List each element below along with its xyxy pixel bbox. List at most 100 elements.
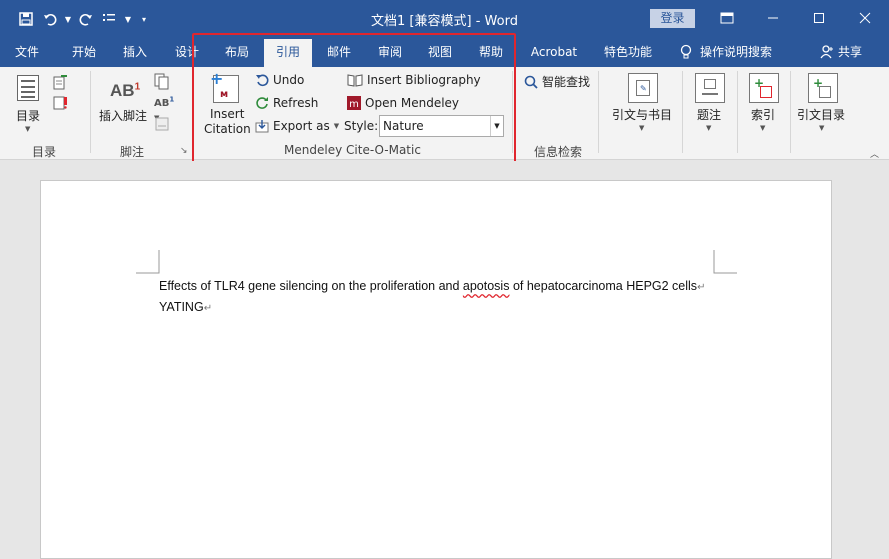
tab-view[interactable]: 视图 — [417, 37, 463, 67]
group-separator — [598, 71, 599, 153]
toc-button[interactable]: 目录 ▼ — [10, 75, 46, 135]
insert-citation-button[interactable]: + ᴍ Insert Citation — [202, 71, 251, 139]
citations-icon: ✎ — [628, 73, 658, 103]
undo-icon — [44, 14, 57, 26]
maximize-button[interactable] — [806, 6, 832, 30]
tab-special-features[interactable]: 特色功能 — [596, 37, 660, 67]
smart-lookup-label: 智能查找 — [542, 75, 591, 89]
mendeley-group-label: Mendeley Cite-O-Matic — [284, 143, 421, 157]
login-button[interactable]: 登录 — [650, 9, 695, 28]
show-notes-button[interactable] — [155, 117, 171, 133]
mendeley-undo-button[interactable]: Undo — [255, 73, 304, 87]
citation-style-value: Nature — [383, 119, 424, 133]
misspelled-word[interactable]: apotosis — [463, 279, 510, 293]
mendeley-refresh-button[interactable]: Refresh — [255, 96, 318, 110]
list-format-button[interactable] — [98, 8, 122, 30]
tab-file[interactable]: 文件 — [4, 37, 50, 67]
refresh-label: Refresh — [273, 96, 319, 110]
tell-me-search[interactable]: 操作说明搜索 — [680, 37, 772, 67]
tab-acrobat[interactable]: Acrobat — [522, 37, 586, 67]
toc-label: 目录 — [16, 109, 41, 123]
title-text-start: Effects of TLR4 gene silencing on the pr… — [159, 279, 463, 293]
group-separator — [682, 71, 683, 153]
share-button[interactable]: 共享 — [820, 37, 862, 67]
save-button[interactable] — [14, 8, 38, 30]
index-icon: + — [749, 73, 779, 103]
share-label: 共享 — [838, 45, 863, 59]
toc-icon — [17, 75, 39, 101]
bullets-icon — [103, 14, 115, 21]
tab-review[interactable]: 审阅 — [367, 37, 413, 67]
search-icon — [524, 75, 538, 89]
export-as-label: Export as — [273, 119, 330, 133]
redo-button[interactable] — [74, 8, 98, 30]
insert-citation-label-1: Insert — [210, 107, 245, 121]
ribbon-references: 目录 ▼ 目录 AB1 插入脚注 AB1 ▼ 脚注 ↘ + ᴍ Insert C… — [0, 67, 889, 160]
smart-lookup-button[interactable]: 智能查找 — [524, 73, 590, 90]
tab-layout[interactable]: 布局 — [214, 37, 260, 67]
update-table-button[interactable] — [52, 95, 72, 111]
style-label: Style: — [344, 119, 379, 133]
tab-help[interactable]: 帮助 — [468, 37, 514, 67]
table-of-authorities-button[interactable]: + 引文目录 ▼ — [796, 71, 852, 135]
person-icon — [820, 45, 833, 59]
quick-access-toolbar: ▼ ▼ ▾ — [14, 8, 154, 30]
citations-dropdown-icon: ▼ — [639, 124, 645, 132]
add-text-icon — [53, 75, 67, 90]
maximize-icon — [814, 13, 824, 23]
undo-label: Undo — [273, 73, 305, 87]
export-as-button[interactable]: Export as ▼ — [255, 119, 339, 133]
tab-mailings[interactable]: 邮件 — [316, 37, 362, 67]
list-dropdown-icon[interactable]: ▼ — [122, 8, 134, 30]
footnote-icon: AB1 — [110, 81, 141, 100]
insert-endnote-button[interactable] — [154, 73, 172, 91]
show-notes-icon — [155, 117, 169, 131]
undo-dropdown-icon[interactable]: ▼ — [62, 8, 74, 30]
document-line-2[interactable]: YATING↵ — [159, 300, 212, 314]
close-icon — [859, 12, 871, 24]
repeat-icon — [79, 14, 92, 26]
minimize-button[interactable] — [760, 6, 786, 30]
document-line-1[interactable]: Effects of TLR4 gene silencing on the pr… — [159, 279, 705, 293]
undo-icon — [256, 74, 269, 87]
ribbon-display-options-button[interactable] — [714, 6, 740, 30]
table-of-authorities-icon: + — [808, 73, 838, 103]
index-label: 索引 — [751, 108, 776, 122]
undo-button[interactable] — [38, 8, 62, 30]
mendeley-icon: m — [347, 96, 361, 110]
group-separator — [512, 71, 513, 153]
endnote-icon — [154, 73, 169, 90]
svg-text:m: m — [349, 99, 359, 110]
citations-bibliography-button[interactable]: ✎ 引文与书目 ▼ — [608, 71, 678, 135]
tab-references[interactable]: 引用 — [264, 39, 312, 67]
open-mendeley-label: Open Mendeley — [365, 96, 460, 110]
export-as-dropdown-icon: ▼ — [333, 122, 340, 130]
margin-corner-top-left — [136, 250, 160, 274]
book-icon — [347, 74, 363, 87]
insert-citation-label-2: Citation — [204, 122, 251, 136]
citation-style-select[interactable]: Nature ▼ — [379, 115, 504, 137]
refresh-icon — [256, 97, 268, 109]
author-text: YATING — [159, 300, 204, 314]
tab-insert[interactable]: 插入 — [112, 37, 158, 67]
customize-qat-icon[interactable]: ▾ — [134, 8, 154, 30]
paragraph-mark: ↵ — [203, 303, 213, 314]
minimize-icon — [768, 17, 778, 19]
tab-design[interactable]: 设计 — [164, 37, 210, 67]
insert-bibliography-button[interactable]: Insert Bibliography — [347, 73, 481, 87]
chevron-down-icon[interactable]: ▼ — [490, 116, 503, 136]
paragraph-mark: ↵ — [697, 282, 706, 293]
next-footnote-button[interactable]: AB1 ▼ — [154, 95, 182, 122]
open-mendeley-button[interactable]: m Open Mendeley — [347, 96, 459, 110]
insert-footnote-button[interactable]: AB1 插入脚注 — [98, 75, 150, 131]
document-page[interactable]: Effects of TLR4 gene silencing on the pr… — [40, 180, 832, 559]
close-button[interactable] — [852, 6, 878, 30]
captions-button[interactable]: 题注 ▼ — [690, 71, 730, 135]
collapse-ribbon-icon[interactable]: ︿ — [870, 147, 879, 160]
tab-home[interactable]: 开始 — [60, 37, 108, 67]
add-text-button[interactable] — [52, 75, 72, 91]
footnotes-dialog-launcher-icon[interactable]: ↘ — [180, 146, 188, 156]
index-button[interactable]: + 索引 ▼ — [744, 71, 784, 135]
insert-footnote-label: 插入脚注 — [99, 109, 148, 123]
captions-dropdown-icon: ▼ — [706, 124, 712, 132]
